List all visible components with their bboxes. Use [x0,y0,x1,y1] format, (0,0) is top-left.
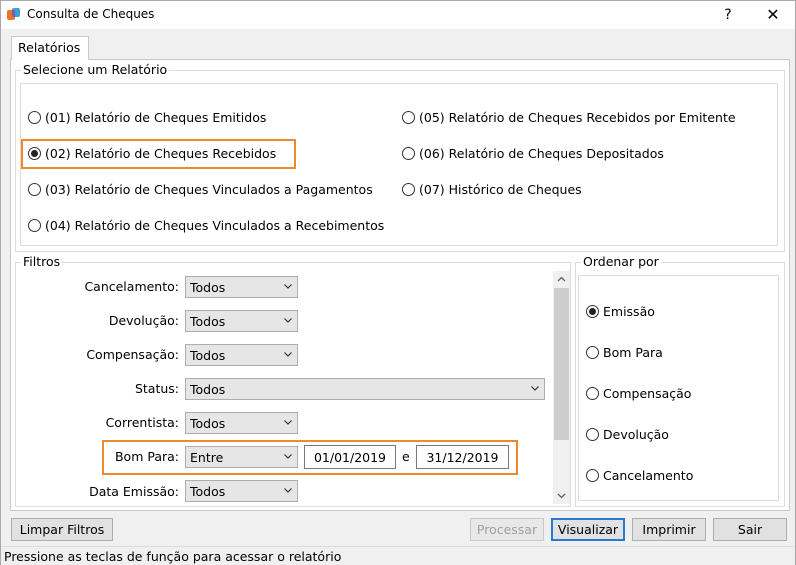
bom-para-from-date[interactable]: 01/01/2019 [304,445,396,469]
compensacao-label: Compensação: [86,347,179,362]
data-emissao-select[interactable]: Todos [185,480,298,502]
tab-relatorios[interactable]: Relatórios [11,36,89,60]
title-bar: Consulta de Cheques ? ✕ [1,1,795,29]
date-range-separator: e [402,449,410,464]
order-radio-bom-para[interactable]: Bom Para [586,345,663,360]
order-radio-cancelamento[interactable]: Cancelamento [586,468,693,483]
report-label-01: (01) Relatório de Cheques Emitidos [45,110,267,125]
report-radio-03[interactable]: (03) Relatório de Cheques Vinculados a P… [28,182,373,197]
chevron-down-icon [284,318,292,323]
order-label-cancelamento: Cancelamento [603,468,694,483]
order-radio-emissao[interactable]: Emissão [586,304,655,319]
report-label-02: (02) Relatório de Cheques Recebidos [45,146,277,161]
window: Consulta de Cheques ? ✕ Relatórios Selec… [0,0,796,565]
report-label-03: (03) Relatório de Cheques Vinculados a P… [45,182,373,197]
report-label-06: (06) Relatório de Cheques Depositados [419,146,664,161]
bom-para-select[interactable]: Entre [185,446,298,468]
report-radio-04[interactable]: (04) Relatório de Cheques Vinculados a R… [28,218,384,233]
app-icon [7,8,20,20]
chevron-down-icon [284,352,292,357]
visualizar-button[interactable]: Visualizar [551,518,625,541]
radio-circle [402,111,415,124]
bom-para-to-date[interactable]: 31/12/2019 [416,445,509,469]
report-radio-01[interactable]: (01) Relatório de Cheques Emitidos [28,110,266,125]
filters-group-title: Filtros [21,254,63,269]
bom-para-value: Entre [190,450,224,465]
compensacao-value: Todos [190,348,226,363]
status-value: Todos [190,382,226,397]
report-radio-07[interactable]: (07) Histórico de Cheques [402,182,582,197]
radio-circle [402,183,415,196]
devolucao-select[interactable]: Todos [185,310,298,332]
filters-scrollbar[interactable] [553,271,570,504]
radio-circle [402,147,415,160]
devolucao-label: Devolução: [108,313,179,328]
radio-circle [586,387,599,400]
processar-button[interactable]: Processar [470,518,544,541]
radio-circle [28,219,41,232]
correntista-select[interactable]: Todos [185,412,298,434]
chevron-down-icon [284,284,292,289]
data-emissao-value: Todos [190,484,226,499]
order-radio-devolucao[interactable]: Devolução [586,427,669,442]
radio-circle [28,183,41,196]
scroll-up-icon[interactable] [553,271,570,288]
order-label-bom-para: Bom Para [603,345,663,360]
order-label-devolucao: Devolução [603,427,669,442]
sair-button[interactable]: Sair [713,518,787,541]
status-label: Status: [134,381,179,396]
limpar-filtros-button[interactable]: Limpar Filtros [11,518,113,541]
correntista-label: Correntista: [105,415,179,430]
order-group-title: Ordenar por [581,254,661,269]
bom-para-label: Bom Para: [114,449,179,464]
radio-circle-checked [586,305,599,318]
status-bar: Pressione as teclas de função para acess… [1,546,795,565]
scroll-down-icon[interactable] [553,487,570,504]
report-label-04: (04) Relatório de Cheques Vinculados a R… [45,218,385,233]
report-label-07: (07) Histórico de Cheques [419,182,582,197]
close-button[interactable]: ✕ [756,4,790,26]
report-group-title: Selecione um Relatório [21,62,170,77]
report-label-05: (05) Relatório de Cheques Recebidos por … [419,110,736,125]
radio-circle [586,346,599,359]
cancelamento-select[interactable]: Todos [185,276,298,298]
chevron-down-icon [531,386,539,391]
radio-circle-checked [28,147,41,160]
chevron-down-icon [284,488,292,493]
cancelamento-value: Todos [190,280,226,295]
order-label-compensacao: Compensação [603,386,692,401]
imprimir-button[interactable]: Imprimir [632,518,706,541]
report-radio-02[interactable]: (02) Relatório de Cheques Recebidos [28,146,276,161]
scroll-thumb[interactable] [554,288,569,440]
report-radio-05[interactable]: (05) Relatório de Cheques Recebidos por … [402,110,736,125]
data-emissao-label: Data Emissão: [89,484,179,499]
chevron-down-icon [284,454,292,459]
compensacao-select[interactable]: Todos [185,344,298,366]
status-select[interactable]: Todos [185,378,545,400]
order-label-emissao: Emissão [603,304,655,319]
order-radio-compensacao[interactable]: Compensação [586,386,691,401]
correntista-value: Todos [190,416,226,431]
radio-circle [28,111,41,124]
cancelamento-label: Cancelamento: [84,279,179,294]
chevron-down-icon [284,420,292,425]
window-title: Consulta de Cheques [27,7,155,21]
help-button[interactable]: ? [711,4,745,26]
devolucao-value: Todos [190,314,226,329]
radio-circle [586,428,599,441]
radio-circle [586,469,599,482]
report-radio-06[interactable]: (06) Relatório de Cheques Depositados [402,146,664,161]
